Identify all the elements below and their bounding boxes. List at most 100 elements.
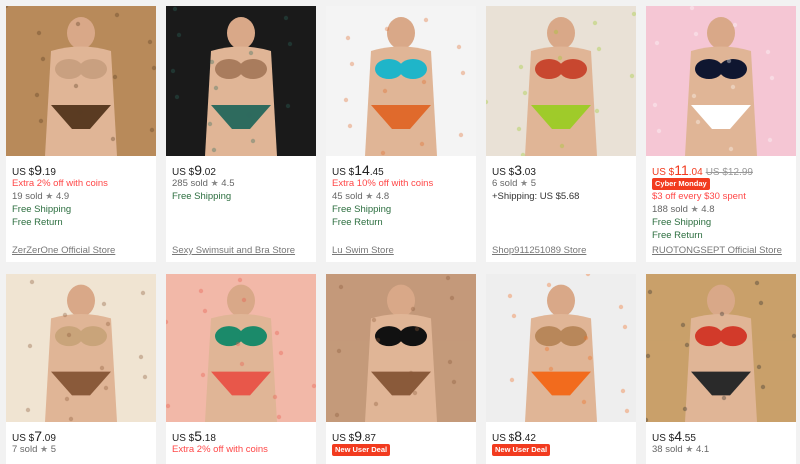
sold-rating: 38 sold ★ 4.1 [652,443,792,456]
product-info: US $5.18 Extra 2% off with coins [172,429,312,456]
product-image[interactable] [6,274,156,422]
sold-rating: 19 sold ★ 4.9 [12,190,152,203]
product-price: US $9.87 [332,428,472,444]
promo-text: Extra 2% off with coins [12,178,108,189]
shipping-text: Free Shipping [12,204,72,215]
product-info: US $11.04 US $12.99 Cyber Monday $3 off eve… [652,163,792,242]
product-card[interactable]: US $8.42 New User Deal [486,274,636,464]
product-card[interactable]: US $9.19 Extra 2% off with coins 19 sold ★… [6,6,156,262]
product-price: US $9.02 [172,162,312,178]
price-integer: 7 [34,428,43,444]
badge-line: Cyber Monday [652,177,792,190]
product-info: US $4.55 38 sold ★ 4.1 [652,429,792,456]
shipping-text: Free Shipping [332,204,392,215]
return-text: Free Return [652,230,703,241]
product-image[interactable] [326,6,476,156]
product-image[interactable] [166,274,316,422]
promo-badge: New User Deal [332,444,391,456]
price-integer: 11 [674,162,689,178]
product-price: US $5.18 [172,428,312,444]
product-photo [6,274,156,422]
promo-badge: New User Deal [492,444,551,456]
product-price: US $3.03 [492,162,632,178]
product-card[interactable]: US $9.02 285 sold ★ 4.5 Free Shipping Sexy … [166,6,316,262]
original-price: US $12.99 [705,167,753,178]
product-photo [326,274,476,422]
product-card[interactable]: US $4.55 38 sold ★ 4.1 [646,274,796,464]
badge-line: New User Deal [332,443,472,456]
product-image[interactable] [486,274,636,422]
store-link[interactable]: Lu Swim Store [332,245,394,256]
product-card[interactable]: US $14.45 Extra 10% off with coins 45 sold… [326,6,476,262]
product-photo [166,6,316,156]
rating-value: 4.5 [218,178,235,189]
rating-value: 4.8 [373,191,390,202]
sold-count: 6 sold [492,178,520,189]
star-icon: ★ [520,178,529,188]
rating-value: 5 [528,178,537,189]
product-price: US $8.42 [492,428,632,444]
shipping-text: Free Shipping [652,217,712,228]
product-image[interactable] [326,274,476,422]
price-integer: 14 [354,162,370,178]
product-image[interactable] [166,6,316,156]
store-link[interactable]: Shop911251089 Store [492,245,586,256]
product-info: US $9.02 285 sold ★ 4.5 Free Shipping [172,163,312,203]
product-image[interactable] [486,6,636,156]
rating-value: 4.9 [53,191,70,202]
product-photo [166,274,316,422]
product-image[interactable] [646,6,796,156]
product-photo [646,274,796,422]
product-image[interactable] [646,274,796,422]
return-text: Free Return [12,217,63,228]
product-info: US $9.87 New User Deal [332,429,472,456]
price-integer: 9 [354,428,363,444]
shipping-cost: +Shipping: US $5.68 [492,191,580,202]
product-price: US $14.45 [332,162,472,178]
sold-count: 285 sold [172,178,211,189]
price-integer: 3 [514,162,523,178]
sold-rating: 7 sold ★ 5 [12,443,152,456]
product-info: US $9.19 Extra 2% off with coins 19 sold ★… [12,163,152,229]
promo-badge: Cyber Monday [652,178,710,190]
shipping-text: Free Shipping [172,191,232,202]
price-integer: 9 [194,162,203,178]
star-icon: ★ [210,178,219,188]
sold-count: 38 sold [652,444,686,455]
product-price: US $7.09 [12,428,152,444]
product-price: US $4.55 [652,428,792,444]
product-photo [6,6,156,156]
store-link[interactable]: RUOTONGSEPT Official Store [652,245,782,256]
product-grid: US $9.19 Extra 2% off with coins 19 sold ★… [0,0,800,464]
product-info: US $14.45 Extra 10% off with coins 45 sold… [332,163,472,229]
price-integer: 9 [34,162,43,178]
sold-count: 19 sold [12,191,46,202]
return-text: Free Return [332,217,383,228]
store-link[interactable]: Sexy Swimsuit and Bra Store [172,245,295,256]
product-price: US $9.19 [12,162,152,178]
product-photo [486,274,636,422]
price-integer: 5 [194,428,203,444]
product-photo [326,6,476,156]
sold-count: 7 sold [12,444,40,455]
product-card[interactable]: US $7.09 7 sold ★ 5 [6,274,156,464]
product-card[interactable]: US $3.03 6 sold ★ 5 +Shipping: US $5.68 Sho… [486,6,636,262]
sold-count: 45 sold [332,191,366,202]
rating-value: 5 [48,444,57,455]
star-icon: ★ [690,204,699,214]
product-price: US $11.04 US $12.99 [652,162,792,178]
product-photo [486,6,636,156]
store-link[interactable]: ZerZerOne Official Store [12,245,115,256]
product-info: US $8.42 New User Deal [492,429,632,456]
price-integer: 8 [514,428,523,444]
price-integer: 4 [674,428,683,444]
product-card[interactable]: US $9.87 New User Deal [326,274,476,464]
product-image[interactable] [6,6,156,156]
sold-rating: 188 sold ★ 4.8 [652,203,792,216]
promo-text: $3 off every $30 spent [652,191,746,202]
sold-rating: 45 sold ★ 4.8 [332,190,472,203]
product-card[interactable]: US $11.04 US $12.99 Cyber Monday $3 off eve… [646,6,796,262]
sold-count: 188 sold [652,204,691,215]
rating-value: 4.8 [698,204,715,215]
product-card[interactable]: US $5.18 Extra 2% off with coins [166,274,316,464]
